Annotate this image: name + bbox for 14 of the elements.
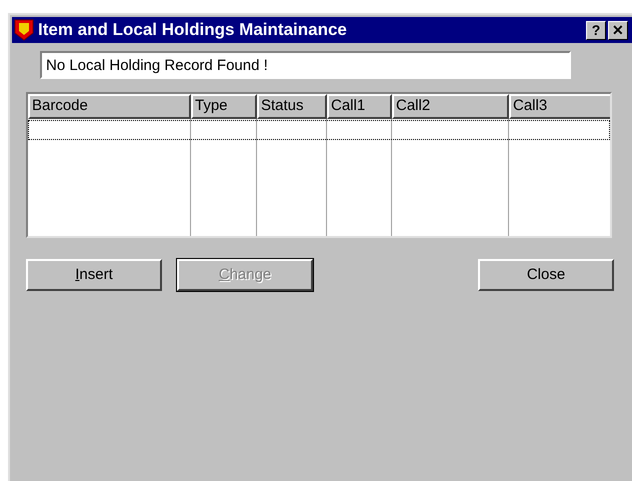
column-header[interactable]: Call2 bbox=[392, 94, 509, 119]
column-header[interactable]: Barcode bbox=[28, 94, 191, 119]
column-header[interactable]: Status bbox=[257, 94, 327, 119]
shield-icon bbox=[14, 19, 34, 41]
close-dialog-button[interactable]: Close bbox=[478, 259, 614, 291]
close-button[interactable]: ✕ bbox=[608, 20, 628, 40]
help-button[interactable]: ? bbox=[586, 20, 606, 40]
column-header[interactable]: Call3 bbox=[509, 94, 610, 119]
window-title: Item and Local Holdings Maintainance bbox=[38, 19, 348, 42]
action-button[interactable]: Insert bbox=[26, 259, 162, 291]
column-header[interactable]: Call1 bbox=[327, 94, 392, 119]
message-field[interactable]: No Local Holding Record Found ! bbox=[40, 51, 571, 79]
table-row[interactable] bbox=[28, 120, 610, 140]
column-header[interactable]: Type bbox=[191, 94, 257, 119]
